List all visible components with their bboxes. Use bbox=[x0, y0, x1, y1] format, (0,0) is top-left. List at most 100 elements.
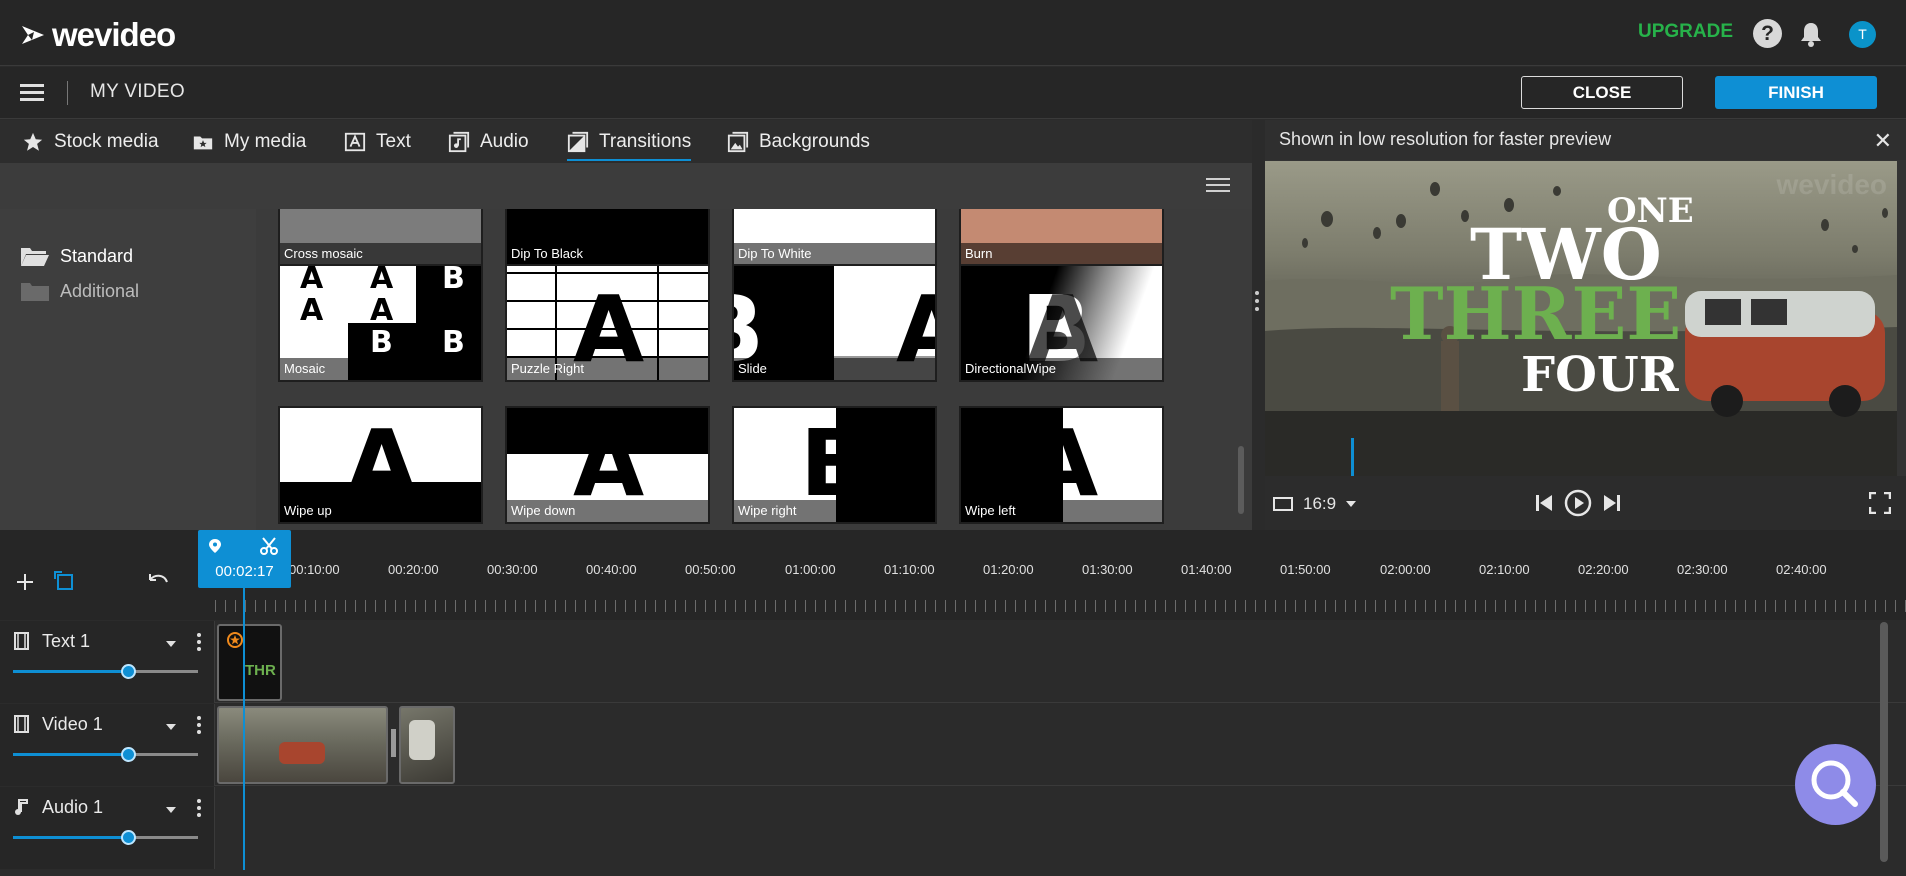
hamburger-menu-icon[interactable] bbox=[20, 84, 44, 102]
transition-thumb[interactable]: Burn bbox=[959, 209, 1164, 267]
transition-thumb[interactable]: Dip To White bbox=[732, 209, 937, 267]
marker-pin-icon[interactable] bbox=[208, 538, 222, 554]
transition-handle[interactable] bbox=[391, 729, 396, 757]
play-icon[interactable] bbox=[1564, 489, 1592, 517]
notification-bell-icon[interactable] bbox=[1797, 20, 1825, 48]
user-avatar[interactable]: T bbox=[1849, 21, 1876, 48]
film-strip-icon bbox=[14, 715, 29, 733]
transition-thumb-wipe-right[interactable]: B Wipe right bbox=[732, 406, 937, 524]
tab-text[interactable]: Text bbox=[344, 120, 411, 163]
ruler-ticks bbox=[215, 600, 1906, 612]
playhead[interactable]: 00:02:17 bbox=[198, 530, 291, 588]
snap-icon[interactable] bbox=[54, 571, 76, 593]
close-icon[interactable]: ✕ bbox=[1874, 128, 1892, 154]
scissors-icon[interactable] bbox=[260, 537, 278, 555]
transition-thumb-wipe-up[interactable]: A Wipe up bbox=[278, 406, 483, 524]
volume-knob[interactable] bbox=[120, 664, 136, 679]
aspect-ratio-value: 16:9 bbox=[1303, 494, 1337, 513]
media-tabs: Stock media My media Text Audio Transiti… bbox=[0, 120, 1252, 163]
volume-knob[interactable] bbox=[120, 747, 136, 762]
wevideo-logo-icon bbox=[22, 26, 44, 44]
category-standard[interactable]: Standard bbox=[20, 245, 133, 267]
skip-forward-icon[interactable] bbox=[1603, 493, 1621, 513]
transition-label: Mosaic bbox=[280, 358, 481, 380]
transition-thumb-puzzle-right[interactable]: A Puzzle Right bbox=[505, 264, 710, 382]
ruler-label: 02:00:00 bbox=[1380, 562, 1431, 577]
tab-stock-media[interactable]: Stock media bbox=[22, 120, 159, 163]
track-header: Video 1 bbox=[0, 704, 215, 786]
tab-transitions[interactable]: Transitions bbox=[567, 120, 692, 163]
more-options-icon[interactable] bbox=[197, 716, 201, 734]
track-header: Audio 1 bbox=[0, 787, 215, 869]
project-title[interactable]: MY VIDEO bbox=[90, 81, 185, 103]
ruler-label: 01:20:00 bbox=[983, 562, 1034, 577]
transition-thumb-wipe-down[interactable]: A Wipe down bbox=[505, 406, 710, 524]
upgrade-link[interactable]: UPGRADE bbox=[1638, 21, 1733, 43]
more-options-icon[interactable] bbox=[197, 799, 201, 817]
text-clip[interactable]: THR bbox=[217, 624, 282, 701]
tab-audio[interactable]: Audio bbox=[448, 120, 529, 163]
search-fab-button[interactable] bbox=[1795, 744, 1876, 825]
volume-fill bbox=[13, 836, 128, 839]
tab-my-media[interactable]: My media bbox=[192, 120, 306, 163]
letter-b: B bbox=[442, 264, 465, 296]
letter-a: A bbox=[370, 264, 394, 296]
track-name[interactable]: Video 1 bbox=[42, 714, 103, 735]
ruler-label: 01:10:00 bbox=[884, 562, 935, 577]
tab-label: Audio bbox=[480, 130, 529, 152]
letter-b: B bbox=[442, 325, 465, 360]
track-name[interactable]: Text 1 bbox=[42, 631, 90, 652]
panel-scrollbar[interactable] bbox=[1238, 446, 1244, 514]
transition-label: Wipe right bbox=[734, 500, 935, 522]
volume-slider[interactable] bbox=[13, 747, 198, 762]
transition-thumb-directional-wipe[interactable]: B A DirectionalWipe bbox=[959, 264, 1164, 382]
playhead-line bbox=[243, 588, 245, 870]
ruler-label: 01:40:00 bbox=[1181, 562, 1232, 577]
transition-label: Wipe down bbox=[507, 500, 708, 522]
close-button[interactable]: CLOSE bbox=[1521, 76, 1683, 109]
add-track-icon[interactable] bbox=[15, 572, 35, 592]
chevron-down-icon[interactable] bbox=[166, 724, 176, 730]
video-preview[interactable]: ONE TWO THREE FOUR wevideo bbox=[1265, 161, 1897, 476]
ruler-label: 02:10:00 bbox=[1479, 562, 1530, 577]
volume-slider[interactable] bbox=[13, 664, 198, 679]
volume-knob[interactable] bbox=[120, 830, 136, 845]
text-icon bbox=[344, 132, 366, 151]
track-name[interactable]: Audio 1 bbox=[42, 797, 103, 818]
aspect-ratio-dropdown[interactable]: 16:9 bbox=[1273, 494, 1357, 514]
help-icon[interactable]: ? bbox=[1753, 19, 1782, 48]
ruler-label: 02:20:00 bbox=[1578, 562, 1629, 577]
preview-controls: 16:9 bbox=[1265, 476, 1906, 530]
project-bar: MY VIDEO CLOSE FINISH bbox=[0, 67, 1906, 119]
undo-icon[interactable] bbox=[146, 572, 170, 592]
transition-thumb-wipe-left[interactable]: A Wipe left bbox=[959, 406, 1164, 524]
tab-backgrounds[interactable]: Backgrounds bbox=[727, 120, 870, 163]
chevron-down-icon[interactable] bbox=[166, 641, 176, 647]
wevideo-logo[interactable]: wevideo bbox=[20, 16, 176, 54]
letter-a: A bbox=[573, 410, 645, 517]
fullscreen-icon[interactable] bbox=[1869, 492, 1891, 514]
timeline-ruler[interactable]: 00:10:00 00:20:00 00:30:00 00:40:00 00:5… bbox=[215, 530, 1906, 620]
transition-thumb-mosaic[interactable]: A A A A B B B Mosaic bbox=[278, 264, 483, 382]
transition-thumb[interactable]: Dip To Black bbox=[505, 209, 710, 267]
volume-slider[interactable] bbox=[13, 830, 198, 845]
volume-fill bbox=[13, 753, 128, 756]
folder-icon bbox=[21, 283, 49, 301]
timeline-scrollbar[interactable] bbox=[1880, 622, 1888, 862]
search-icon bbox=[1811, 760, 1858, 807]
more-options-icon[interactable] bbox=[197, 633, 201, 651]
audio-icon bbox=[448, 131, 470, 152]
list-view-icon[interactable] bbox=[1206, 178, 1230, 194]
transition-thumb-slide[interactable]: B A Slide bbox=[732, 264, 937, 382]
music-note-icon bbox=[15, 799, 28, 815]
skip-back-icon[interactable] bbox=[1535, 493, 1553, 513]
ruler-label: 00:40:00 bbox=[586, 562, 637, 577]
panel-resize-handle[interactable] bbox=[1255, 290, 1259, 312]
track-header: Text 1 bbox=[0, 621, 215, 703]
category-additional[interactable]: Additional bbox=[20, 280, 139, 302]
category-list: Standard Additional bbox=[0, 209, 256, 530]
video-clip[interactable] bbox=[399, 706, 455, 784]
chevron-down-icon[interactable] bbox=[166, 807, 176, 813]
finish-button[interactable]: FINISH bbox=[1715, 76, 1877, 109]
transition-thumb[interactable]: Cross mosaic bbox=[278, 209, 483, 267]
